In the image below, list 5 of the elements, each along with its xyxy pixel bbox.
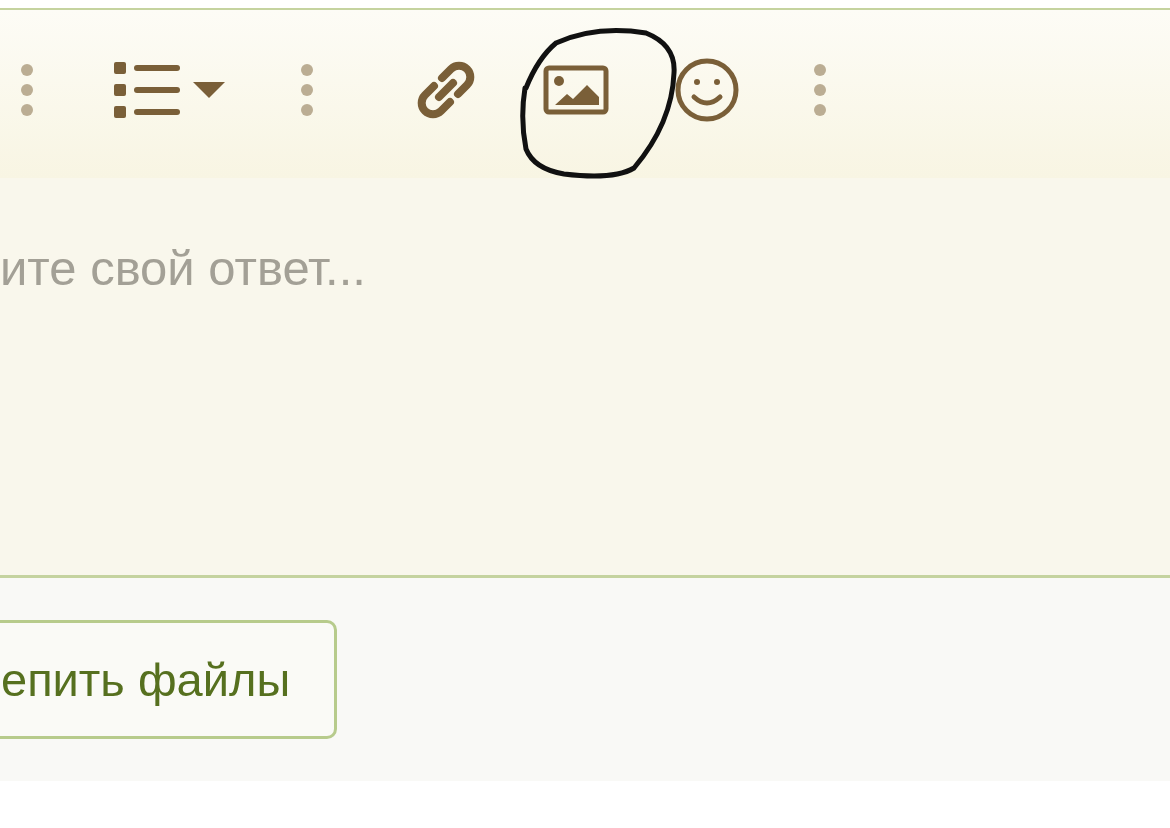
attach-files-button[interactable]: епить файлы xyxy=(0,620,338,739)
smiley-icon[interactable] xyxy=(674,57,740,123)
reply-field[interactable]: ите свой ответ... xyxy=(0,178,1170,578)
image-icon[interactable] xyxy=(543,65,609,115)
bulleted-list-icon[interactable] xyxy=(114,62,226,118)
